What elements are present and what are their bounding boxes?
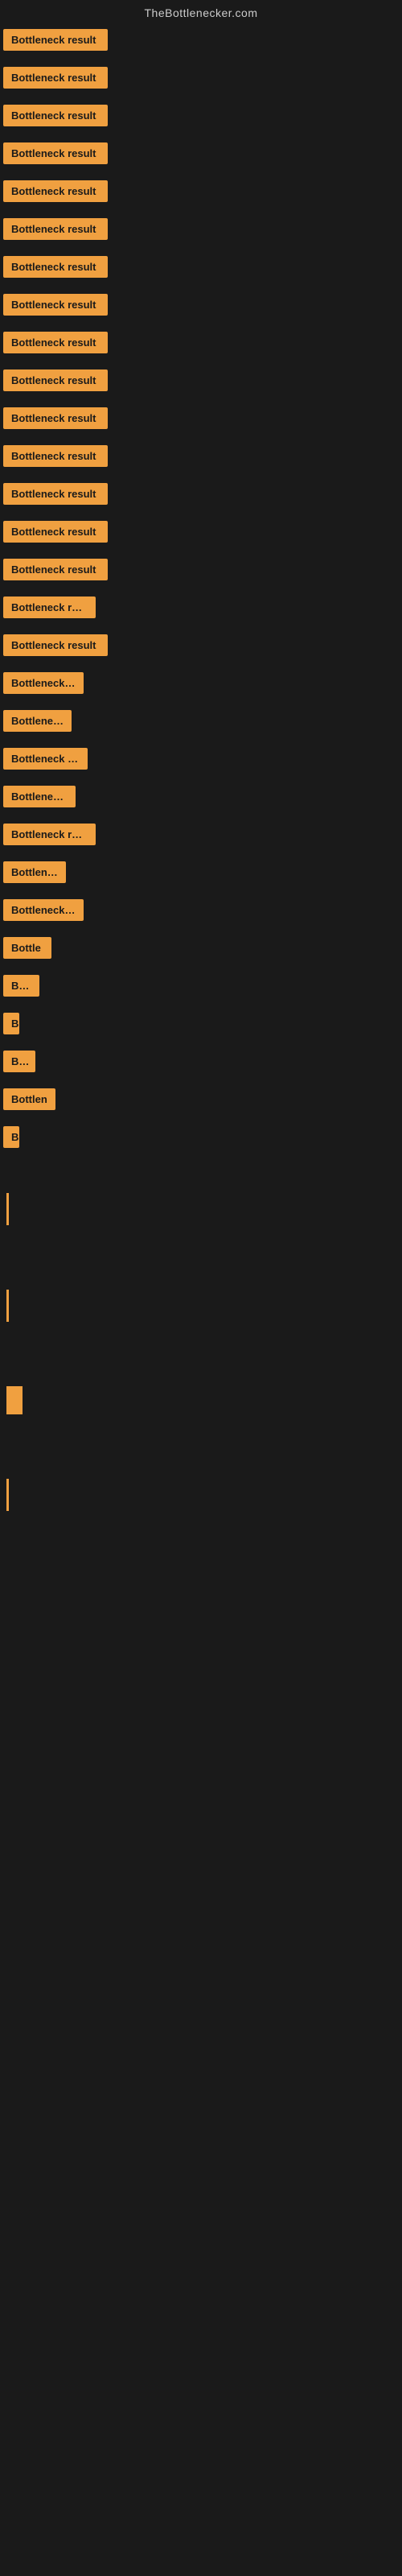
bar-row: B xyxy=(0,1123,402,1159)
bottleneck-bar-10: Bottleneck result xyxy=(3,407,108,429)
bottleneck-bar-13: Bottleneck result xyxy=(3,521,108,543)
bottleneck-bar-17: Bottleneck re xyxy=(3,672,84,694)
bar-row: Bottleneck result xyxy=(0,215,402,251)
bottleneck-bar-21: Bottleneck resu xyxy=(3,824,96,845)
bar-row: Bottleneck result xyxy=(0,101,402,138)
bar-row: Bottleneck result xyxy=(0,442,402,478)
bars-container: Bottleneck result Bottleneck result Bottle… xyxy=(0,26,402,1159)
bottleneck-bar-1: Bottleneck result xyxy=(3,67,108,89)
bar-row: Bottleneck result xyxy=(0,518,402,554)
bar-row: Bottleneck result xyxy=(0,64,402,100)
bottleneck-bar-3: Bottleneck result xyxy=(3,142,108,164)
bar-row: Bottleneck result xyxy=(0,291,402,327)
bottleneck-bar-14: Bottleneck result xyxy=(3,559,108,580)
bar-row: Bottleneck result xyxy=(0,480,402,516)
bar-row: Bottleneck resu xyxy=(0,593,402,630)
bottleneck-bar-29: B xyxy=(3,1126,19,1148)
bottleneck-bar-25: Bott xyxy=(3,975,39,997)
bottleneck-bar-9: Bottleneck result xyxy=(3,369,108,391)
bottom-section xyxy=(0,1161,402,1591)
bar-row: Bottleneck result xyxy=(0,631,402,667)
bar-row: Bott xyxy=(0,1047,402,1084)
bottleneck-bar-22: Bottlenec xyxy=(3,861,66,883)
bottom-indicator-2 xyxy=(6,1290,9,1322)
bar-row: Bottleneck result xyxy=(0,177,402,213)
bottleneck-bar-23: Bottleneck re xyxy=(3,899,84,921)
bottleneck-bar-24: Bottle xyxy=(3,937,51,959)
bottleneck-bar-28: Bottlen xyxy=(3,1088,55,1110)
bar-row: Bottlenec xyxy=(0,858,402,894)
bottleneck-bar-11: Bottleneck result xyxy=(3,445,108,467)
bottleneck-bar-15: Bottleneck resu xyxy=(3,597,96,618)
bar-row: Bottleneck r xyxy=(0,782,402,819)
site-title: TheBottlenecker.com xyxy=(0,0,402,26)
bar-row: Bott xyxy=(0,972,402,1008)
bottleneck-bar-8: Bottleneck result xyxy=(3,332,108,353)
bottleneck-bar-12: Bottleneck result xyxy=(3,483,108,505)
bottleneck-bar-4: Bottleneck result xyxy=(3,180,108,202)
bottom-indicator-3 xyxy=(6,1386,23,1414)
bottleneck-bar-16: Bottleneck result xyxy=(3,634,108,656)
bar-row: Bottleneck re xyxy=(0,896,402,932)
bottom-indicator-1 xyxy=(6,1193,9,1225)
bar-row: Bottle xyxy=(0,934,402,970)
bar-row: B xyxy=(0,1009,402,1046)
bottom-indicator-4 xyxy=(6,1479,9,1511)
bottleneck-bar-18: Bottleneck xyxy=(3,710,72,732)
bottleneck-bar-7: Bottleneck result xyxy=(3,294,108,316)
bottleneck-bar-0: Bottleneck result xyxy=(3,29,108,51)
bottleneck-bar-2: Bottleneck result xyxy=(3,105,108,126)
bar-row: Bottleneck result xyxy=(0,253,402,289)
bar-row: Bottleneck result xyxy=(0,555,402,592)
bar-row: Bottleneck xyxy=(0,707,402,743)
bottleneck-bar-20: Bottleneck r xyxy=(3,786,76,807)
bottleneck-bar-5: Bottleneck result xyxy=(3,218,108,240)
bar-row: Bottlen xyxy=(0,1085,402,1121)
bottleneck-bar-6: Bottleneck result xyxy=(3,256,108,278)
bar-row: Bottleneck result xyxy=(0,26,402,62)
bar-row: Bottleneck re xyxy=(0,669,402,705)
bottleneck-bar-19: Bottleneck res xyxy=(3,748,88,770)
bar-row: Bottleneck resu xyxy=(0,820,402,857)
bottleneck-bar-26: B xyxy=(3,1013,19,1034)
bar-row: Bottleneck result xyxy=(0,404,402,440)
bar-row: Bottleneck result xyxy=(0,366,402,402)
bar-row: Bottleneck result xyxy=(0,139,402,175)
bottleneck-bar-27: Bott xyxy=(3,1051,35,1072)
bar-row: Bottleneck result xyxy=(0,328,402,365)
bar-row: Bottleneck res xyxy=(0,745,402,781)
